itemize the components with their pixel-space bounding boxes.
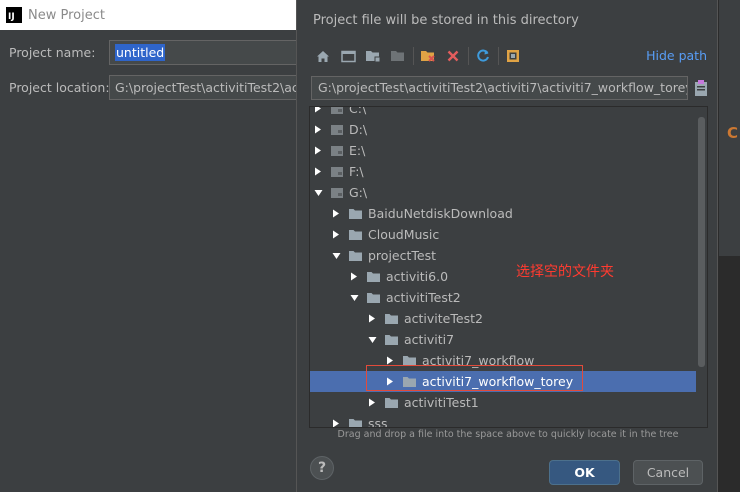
drive-icon [330,145,344,157]
tree-item-label: F:\ [349,164,364,179]
tree-item-label: D:\ [349,122,368,137]
dialog-toolbar [313,44,528,68]
chevron-right-icon[interactable] [348,271,360,283]
folder-icon [366,271,381,283]
tree-item[interactable]: activiteTest2 [310,308,696,329]
desktop-icon[interactable] [338,46,358,66]
directory-chooser-dialog: Project file will be stored in this dire… [296,0,718,492]
tree-item[interactable]: activiti6.0 [310,266,696,287]
background-panel [719,256,740,492]
drive-icon [330,166,344,178]
folder-icon [384,397,399,409]
new-project-body: Project name: untitled Project location:… [0,30,296,492]
tree-item[interactable]: activiti7 [310,329,696,350]
toolbar-separator [413,47,414,65]
tree-scrollbar[interactable] [698,117,705,367]
tree-item[interactable]: C:\ [310,106,696,119]
chevron-down-icon[interactable] [366,334,378,346]
tree-item[interactable]: activitiTest1 [310,392,696,413]
refresh-icon[interactable] [473,46,493,66]
drive-icon [330,124,344,136]
tree-item[interactable]: activitiTest2 [310,287,696,308]
tree-item-label: BaiduNetdiskDownload [368,206,513,221]
tree-item[interactable]: sss [310,413,696,428]
tree-item-label: sss [368,416,388,428]
help-button[interactable]: ? [310,456,334,480]
tree-item-label: E:\ [349,143,366,158]
project-name-label: Project name: [9,45,96,60]
project-name-value: untitled [115,44,166,61]
toolbar-separator [468,47,469,65]
new-project-titlebar: IJ New Project [0,0,296,30]
tree-item[interactable]: CloudMusic [310,224,696,245]
chevron-down-icon[interactable] [312,187,324,199]
tree-item[interactable]: BaiduNetdiskDownload [310,203,696,224]
annotation-text: 选择空的文件夹 [516,264,614,280]
toolbar-separator [498,47,499,65]
home-icon[interactable] [313,46,333,66]
chevron-right-icon[interactable] [312,166,324,178]
project-name-input[interactable]: untitled [109,40,296,65]
drive-icon [330,187,344,199]
tree-item-label: activiteTest2 [404,311,483,326]
chevron-down-icon[interactable] [348,292,360,304]
tree-item-label: activiti6.0 [386,269,449,284]
tree-item-label: G:\ [349,185,368,200]
folder-icon [348,229,363,241]
project-location-input[interactable]: G:\projectTest\activitiTest2\activiti7\a… [109,75,296,100]
paste-path-icon[interactable] [693,79,709,97]
chevron-right-icon[interactable] [330,418,342,427]
chevron-right-icon[interactable] [366,313,378,325]
tree-item[interactable]: D:\ [310,119,696,140]
tree-item-label: activiti7 [404,332,455,347]
folder-icon [384,334,399,346]
chevron-down-icon[interactable] [330,250,342,262]
tree-item-label: projectTest [368,248,436,263]
drag-drop-hint: Drag and drop a file into the space abov… [337,429,679,440]
chevron-right-icon[interactable] [312,124,324,136]
folder-icon [384,313,399,325]
intellij-logo-icon: IJ [6,7,22,23]
delete-icon[interactable] [443,46,463,66]
dialog-title: Project file will be stored in this dire… [313,13,579,28]
folder-icon [348,250,363,262]
show-hidden-icon[interactable] [418,46,438,66]
tree-item-label: CloudMusic [368,227,440,242]
project-location-label: Project location: [9,80,110,95]
tree-item-label: activitiTest1 [404,395,479,410]
module-icon[interactable] [503,46,523,66]
chevron-right-icon[interactable] [330,208,342,220]
tree-item-label: C:\ [349,106,367,116]
ok-button[interactable]: OK [549,460,620,485]
drive-icon [330,107,344,115]
folder-icon [366,292,381,304]
tree-item[interactable]: F:\ [310,161,696,182]
window-title: New Project [28,7,105,23]
tree-item[interactable]: projectTest [310,245,696,266]
project-folder-icon[interactable] [388,46,408,66]
tree-item-label: activitiTest2 [386,290,461,305]
annotation-highlight-box [366,365,583,391]
new-folder-icon[interactable] [363,46,383,66]
background-editor-strip: C [718,0,740,492]
chevron-right-icon[interactable] [312,145,324,157]
path-input[interactable]: G:\projectTest\activitiTest2\activiti7\a… [311,76,688,100]
hide-path-link[interactable]: Hide path [646,48,707,63]
chevron-right-icon[interactable] [312,107,324,115]
folder-icon [348,208,363,220]
tree-item[interactable]: E:\ [310,140,696,161]
background-fragment: C [727,124,739,142]
folder-icon [348,418,363,427]
tree-item[interactable]: G:\ [310,182,696,203]
chevron-right-icon[interactable] [330,229,342,241]
cancel-button[interactable]: Cancel [633,460,703,485]
chevron-right-icon[interactable] [366,397,378,409]
